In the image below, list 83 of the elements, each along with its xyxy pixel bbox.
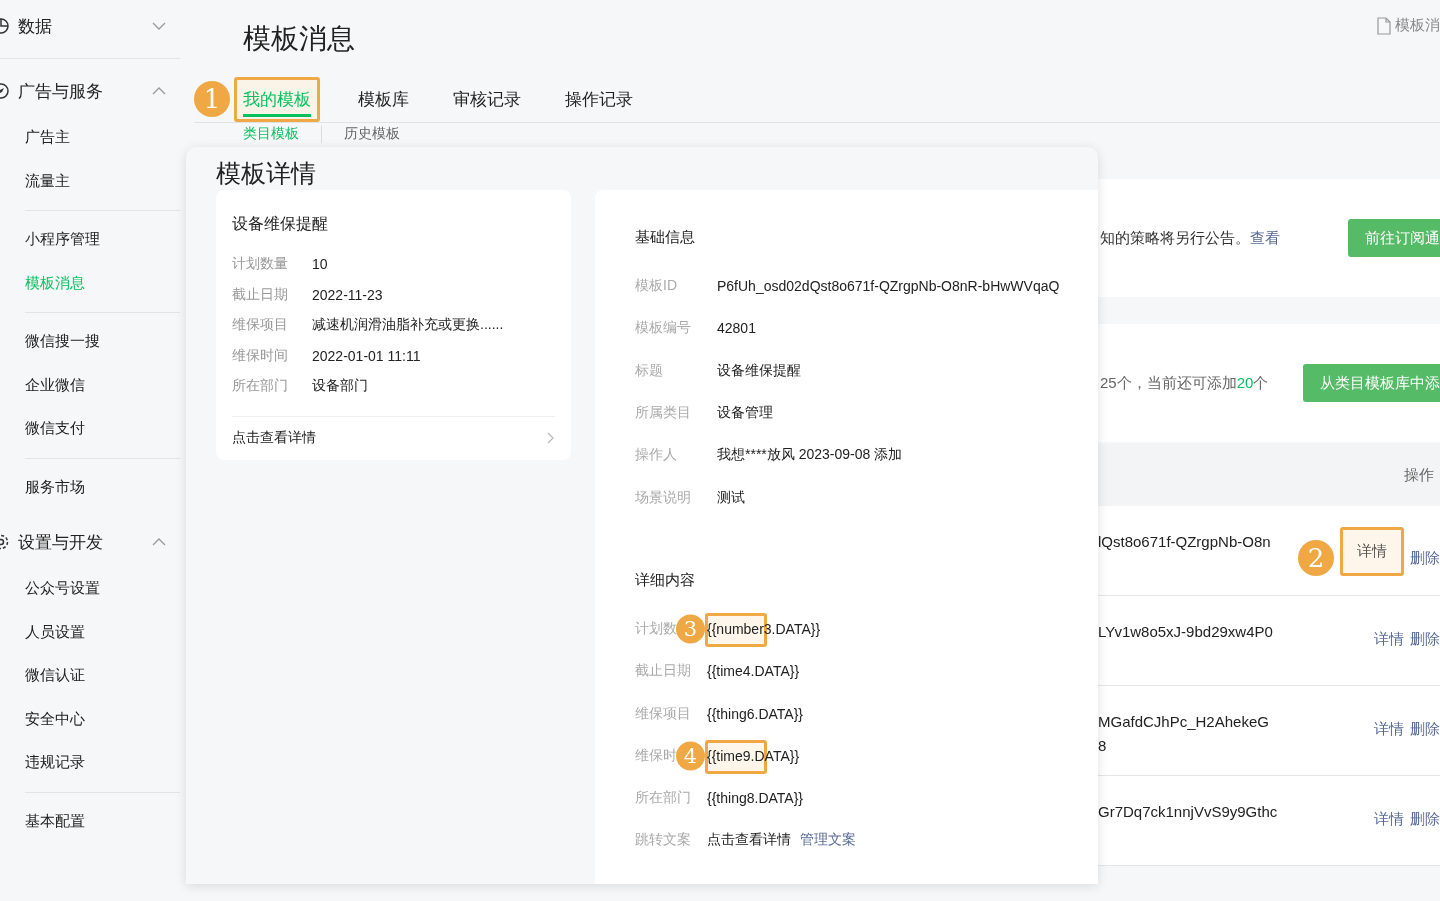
chevron-icon[interactable] <box>152 21 166 31</box>
field-value: 设备管理 <box>717 404 773 423</box>
template-id: lQst8o671f-QZrgpNb-O8n <box>1098 532 1272 552</box>
template-id: 8 <box>1098 736 1108 756</box>
detail-link[interactable]: 详情 <box>1340 526 1404 576</box>
callout-number: 1 <box>194 81 230 117</box>
sidebar-item[interactable]: 服务市场 <box>25 464 180 508</box>
callout-number: 2 <box>1298 540 1334 576</box>
sidebar-item[interactable]: 流量主 <box>25 158 180 202</box>
field-value: 设备部门 <box>312 377 368 396</box>
field-value: 42801 <box>717 320 756 337</box>
field-value: {{thing8.DATA}} <box>707 790 803 807</box>
field-value: 点击查看详情 <box>707 831 791 850</box>
field-value: 设备维保提醒 <box>717 361 801 380</box>
field-label: 截止日期 <box>232 285 289 304</box>
field-label: 所在部门 <box>635 789 691 806</box>
template-id: Gr7Dq7ck1nnjVvS9y9Gthc <box>1098 802 1279 822</box>
sidebar-item[interactable]: 公众号设置 <box>25 566 180 610</box>
field-label: 标题 <box>635 361 663 378</box>
delete-link[interactable]: 删除 <box>1410 810 1440 829</box>
delete-link[interactable]: 删除 <box>1410 720 1440 739</box>
manage-copy-link[interactable]: 管理文案 <box>800 831 856 850</box>
field-label: 操作人 <box>635 446 677 463</box>
callout-number: 3 <box>676 614 705 644</box>
quota-text: 25个，当前还可添加20个 <box>1100 373 1270 393</box>
notice-text: 知的策略将另行公告。 <box>1100 228 1250 246</box>
template-id: MGafdCJhPc_H2AhekeG <box>1098 712 1270 732</box>
section-title: 详细内容 <box>635 570 696 590</box>
field-value: 我想****放风 2023-09-08 添加 <box>717 446 903 465</box>
sidebar-group-label[interactable]: 广告与服务 <box>18 79 152 103</box>
sidebar-group-label[interactable]: 设置与开发 <box>18 530 152 554</box>
field-label: 所在部门 <box>232 377 289 396</box>
field-label: 模板ID <box>635 277 677 294</box>
detail-link[interactable]: 详情 <box>1374 810 1404 829</box>
delete-link[interactable]: 删除 <box>1410 630 1440 649</box>
sidebar-item[interactable]: 广告主 <box>25 115 180 159</box>
chevron-icon[interactable] <box>152 86 166 96</box>
preview-title: 设备维保提醒 <box>232 214 329 234</box>
sidebar-group-label[interactable]: 数据 <box>18 14 152 38</box>
field-value: 2022-01-01 11:11 <box>312 347 421 364</box>
view-link[interactable]: 查看 <box>1250 228 1280 246</box>
field-value: 10 <box>312 256 328 273</box>
field-label: 维保项目 <box>635 704 691 721</box>
subtab[interactable]: 历史模板 <box>344 125 422 143</box>
field-label: 场景说明 <box>635 488 691 505</box>
section-title: 基础信息 <box>635 228 696 247</box>
field-value: 减速机润滑油脂补充或更换...... <box>312 316 504 335</box>
field-label: 维保项目 <box>232 316 289 335</box>
tab[interactable]: 操作记录 <box>559 79 639 119</box>
sidebar-item[interactable]: 基本配置 <box>25 798 180 842</box>
field-value: {{time4.DATA}} <box>707 663 800 680</box>
field-value: 测试 <box>717 488 745 507</box>
sidebar-item[interactable]: 微信搜一搜 <box>25 319 180 363</box>
sidebar-item[interactable]: 微信认证 <box>25 653 180 697</box>
sidebar-item[interactable]: 违规记录 <box>25 740 180 784</box>
document-icon <box>1377 16 1391 35</box>
chevron-icon[interactable] <box>152 537 166 547</box>
delete-link[interactable]: 删除 <box>1410 548 1440 568</box>
column-header: 操作 <box>1404 465 1434 485</box>
field-value: 2022-11-23 <box>312 286 383 303</box>
field-label: 截止日期 <box>635 662 691 679</box>
field-value: P6fUh_osd02dQst8o671f-QZrgpNb-O8nR-bHwWVqaQ <box>717 278 1060 295</box>
tab[interactable]: 模板库 <box>352 79 415 119</box>
tab[interactable]: 审核记录 <box>447 79 527 119</box>
field-label: 所属类目 <box>635 404 691 421</box>
detail-link[interactable]: 详情 <box>1374 720 1404 739</box>
field-label: 跳转文案 <box>635 831 691 848</box>
sidebar-item[interactable]: 微信支付 <box>25 406 180 450</box>
field-label: 维保时间 <box>232 346 289 365</box>
view-details-row[interactable]: 点击查看详情 <box>232 415 555 460</box>
field-label: 计划数量 <box>232 255 289 274</box>
field-value: {{thing6.DATA}} <box>707 705 803 722</box>
sidebar-item[interactable]: 小程序管理 <box>25 217 180 261</box>
template-id: LYv1w8o5xJ-9bd29xw4P0 <box>1098 622 1274 642</box>
sidebar-item[interactable]: 人员设置 <box>25 609 180 653</box>
sidebar-item[interactable]: 安全中心 <box>25 696 180 740</box>
callout-number: 4 <box>676 741 705 771</box>
field-label: 模板编号 <box>635 319 691 336</box>
sidebar-item[interactable]: 企业微信 <box>25 362 180 406</box>
page-title: 模板消息 <box>243 22 356 56</box>
detail-link[interactable]: 详情 <box>1374 630 1404 649</box>
dialog-title: 模板详情 <box>216 158 317 189</box>
chevron-right-icon <box>547 432 555 444</box>
